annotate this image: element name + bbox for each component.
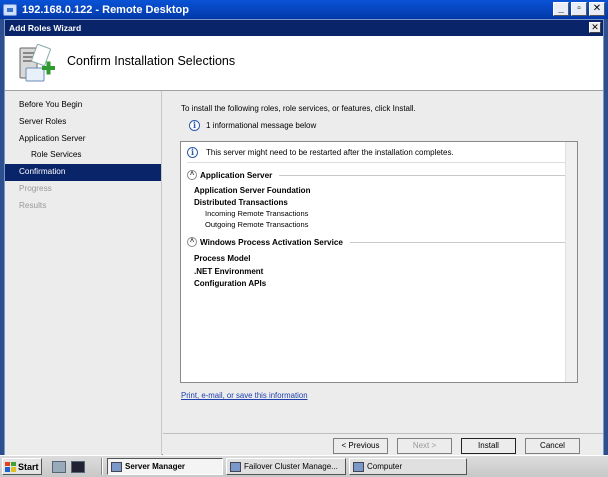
taskbar-separator — [101, 458, 103, 475]
info-summary: i 1 informational message below — [189, 120, 316, 131]
list-item: .NET Environment — [194, 266, 264, 276]
section-application-server-items: Application Server Foundation Distribute… — [187, 185, 571, 230]
restart-message-text: This server might need to be restarted a… — [206, 148, 454, 157]
remote-desktop-titlebar[interactable]: 192.168.0.122 - Remote Desktop _ ▫ ✕ — [0, 0, 608, 19]
server-manager-icon — [111, 461, 122, 472]
list-item: Configuration APIs — [194, 279, 267, 288]
section-divider — [349, 241, 571, 243]
computer-icon — [353, 461, 364, 472]
remote-desktop-title: 192.168.0.122 - Remote Desktop — [22, 3, 189, 16]
restart-message: i This server might need to be restarted… — [187, 147, 571, 163]
quick-launch — [52, 460, 85, 473]
taskbar-item-server-manager[interactable]: Server Manager — [107, 458, 223, 475]
list-item: Distributed Transactions — [194, 197, 288, 207]
failover-cluster-icon — [230, 461, 241, 472]
minimize-button[interactable]: _ — [553, 2, 569, 16]
vertical-scrollbar[interactable] — [565, 142, 577, 382]
server-add-role-icon — [19, 44, 55, 82]
cancel-button[interactable]: Cancel — [525, 438, 580, 454]
taskbar-item-label: Server Manager — [125, 462, 186, 471]
nav-step-role-services[interactable]: Role Services — [5, 147, 161, 164]
info-icon: i — [189, 120, 200, 131]
add-roles-wizard-window: Add Roles Wizard ✕ Confirm Installation … — [4, 19, 604, 456]
section-application-server[interactable]: ˄ Application Server — [187, 170, 571, 180]
page-title: Confirm Installation Selections — [67, 54, 236, 68]
wizard-content: To install the following roles, role ser… — [163, 91, 603, 456]
nav-step-before-you-begin[interactable]: Before You Begin — [5, 97, 161, 114]
wizard-title: Add Roles Wizard — [9, 23, 82, 33]
print-save-link[interactable]: Print, e-mail, or save this information — [181, 391, 308, 400]
taskbar-item-label: Failover Cluster Manage... — [244, 462, 338, 471]
nav-step-application-server[interactable]: Application Server — [5, 131, 161, 148]
taskbar-item-computer[interactable]: Computer — [349, 458, 467, 475]
close-button[interactable]: ✕ — [589, 2, 605, 16]
section-title: Application Server — [200, 170, 273, 180]
list-item: Application Server Foundation — [194, 186, 311, 195]
taskbar-item-label: Computer — [367, 462, 403, 471]
server-manager-quicklaunch-icon[interactable] — [52, 460, 66, 473]
windows-logo-icon — [5, 461, 16, 472]
section-title: Windows Process Activation Service — [200, 237, 343, 247]
window-controls: _ ▫ ✕ — [553, 2, 605, 16]
wizard-close-button[interactable]: ✕ — [589, 22, 601, 33]
start-label: Start — [18, 461, 39, 472]
list-item: Incoming Remote Transactions — [205, 209, 309, 218]
section-wpas-items: Process Model .NET Environment Configura… — [187, 253, 571, 290]
wizard-header: Confirm Installation Selections — [5, 36, 603, 91]
section-windows-process-activation[interactable]: ˄ Windows Process Activation Service — [187, 237, 571, 247]
collapse-chevron-icon[interactable]: ˄ — [187, 237, 197, 247]
info-summary-text: 1 informational message below — [206, 121, 317, 130]
taskbar: Start Server Manager Failover Cluster Ma… — [0, 455, 608, 477]
nav-step-results: Results — [19, 200, 47, 210]
start-button[interactable]: Start — [2, 458, 42, 475]
list-item: Outgoing Remote Transactions — [205, 220, 309, 229]
nav-step-progress: Progress — [19, 183, 52, 193]
wizard-titlebar[interactable]: Add Roles Wizard ✕ — [5, 20, 603, 36]
selections-list-box[interactable]: i This server might need to be restarted… — [180, 141, 578, 383]
nav-step-confirmation[interactable]: Confirmation — [5, 164, 161, 181]
section-divider — [279, 174, 571, 176]
intro-text: To install the following roles, role ser… — [181, 104, 416, 113]
previous-button[interactable]: < Previous — [333, 438, 388, 454]
taskbar-item-failover-cluster[interactable]: Failover Cluster Manage... — [226, 458, 346, 475]
restore-button[interactable]: ▫ — [571, 2, 587, 16]
info-icon: i — [187, 147, 198, 158]
command-prompt-icon[interactable] — [71, 460, 85, 473]
collapse-chevron-icon[interactable]: ˄ — [187, 170, 197, 180]
next-button: Next > — [397, 438, 452, 454]
wizard-steps-nav: Before You Begin Server Roles Applicatio… — [5, 91, 162, 456]
list-item: Process Model — [194, 254, 251, 263]
wizard-button-bar: < Previous Next > Install Cancel — [163, 433, 603, 456]
remote-desktop-icon — [3, 3, 17, 16]
nav-step-server-roles[interactable]: Server Roles — [5, 114, 161, 131]
install-button[interactable]: Install — [461, 438, 516, 454]
